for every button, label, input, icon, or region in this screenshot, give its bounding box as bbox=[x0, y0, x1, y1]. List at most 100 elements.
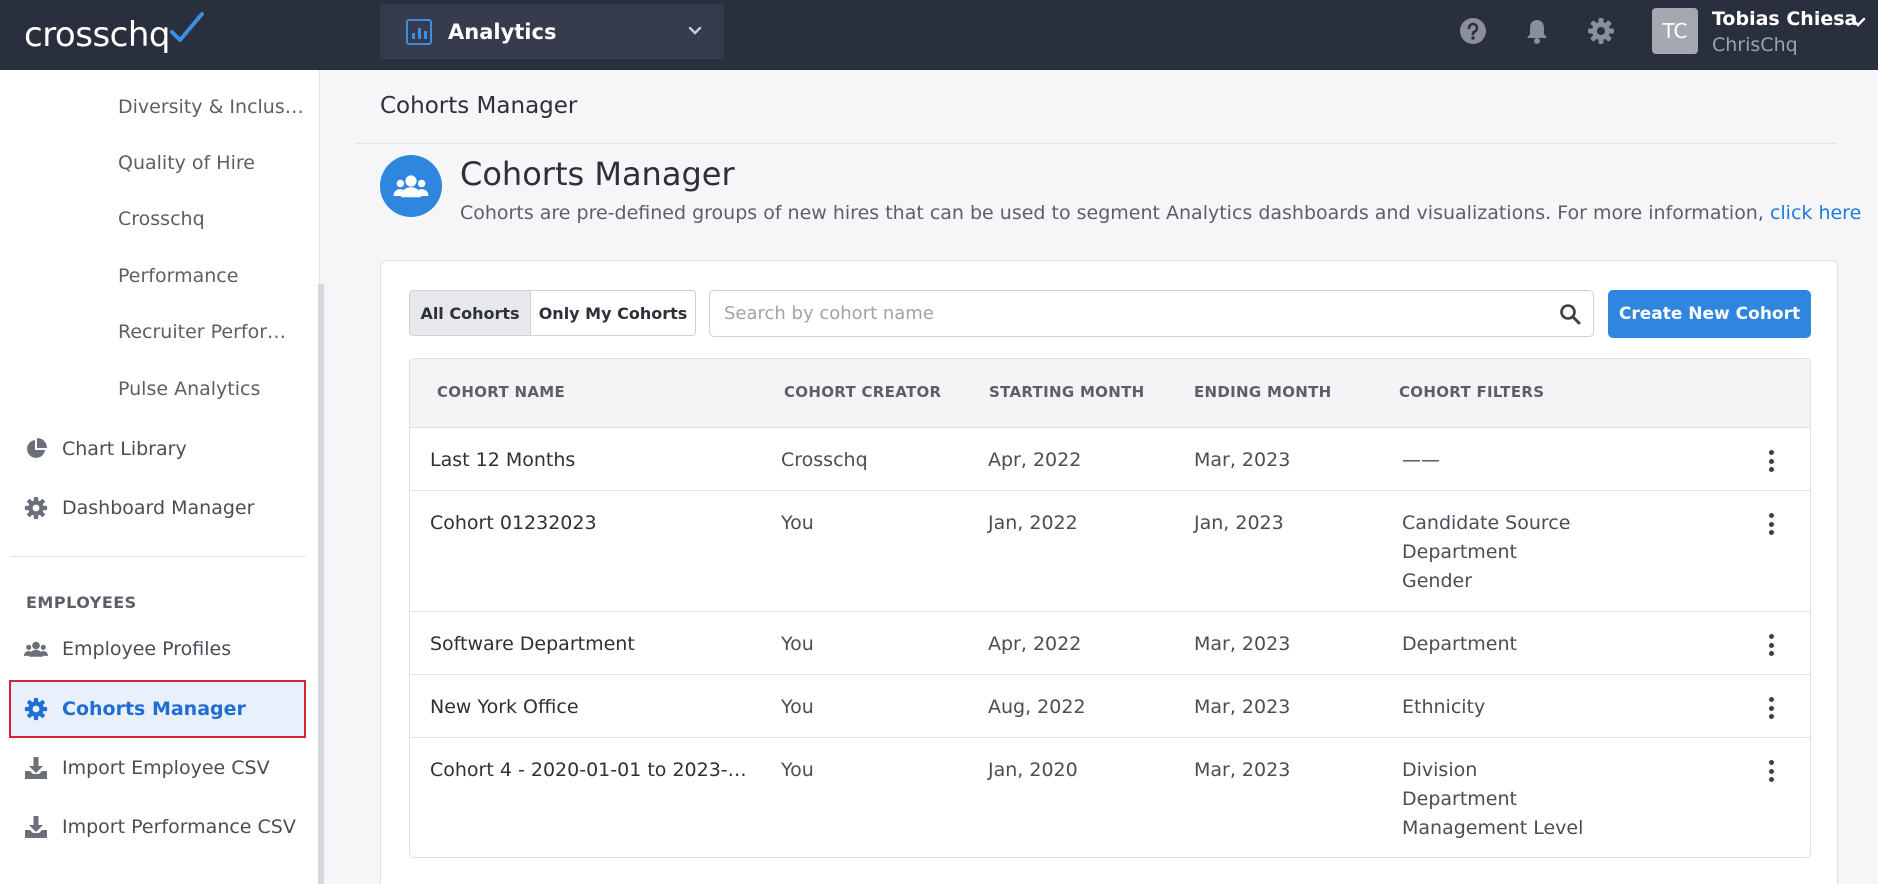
sidebar-item-pulse-analytics[interactable]: Pulse Analytics bbox=[118, 378, 260, 400]
users-icon bbox=[393, 175, 429, 198]
cohort-creator: You bbox=[781, 696, 814, 718]
table-row[interactable]: Last 12 Months Crosschq Apr, 2022 Mar, 2… bbox=[410, 428, 1810, 491]
users-icon bbox=[24, 641, 48, 657]
header-divider bbox=[355, 143, 1837, 144]
cohort-creator: You bbox=[781, 512, 814, 534]
logo-text: crosschq bbox=[24, 15, 170, 55]
cohort-filter: —— bbox=[1402, 449, 1440, 471]
cohort-end-month: Jan, 2023 bbox=[1194, 512, 1284, 534]
column-header-starting-month[interactable]: STARTING MONTH bbox=[989, 383, 1144, 401]
app-switcher-dropdown[interactable]: Analytics bbox=[380, 4, 724, 59]
gear-icon bbox=[24, 496, 48, 520]
sidebar-section-employees: EMPLOYEES bbox=[26, 593, 137, 612]
filter-my-cohorts-button[interactable]: Only My Cohorts bbox=[531, 291, 695, 335]
table-row[interactable]: New York Office You Aug, 2022 Mar, 2023 … bbox=[410, 675, 1810, 738]
download-icon bbox=[25, 816, 47, 838]
table-row[interactable]: Cohort 01232023 You Jan, 2022 Jan, 2023 … bbox=[410, 491, 1810, 612]
cohort-name[interactable]: New York Office bbox=[430, 693, 579, 722]
search-input[interactable] bbox=[724, 291, 1544, 336]
logo-check-icon bbox=[170, 12, 204, 42]
sidebar-item-label: Cohorts Manager bbox=[62, 698, 246, 720]
cohort-end-month: Mar, 2023 bbox=[1194, 759, 1291, 781]
page-title: Cohorts Manager bbox=[460, 155, 735, 193]
row-actions-kebab-icon[interactable] bbox=[1765, 632, 1777, 658]
column-header-cohort-filters[interactable]: COHORT FILTERS bbox=[1399, 383, 1544, 401]
cohort-filter: Management Level bbox=[1402, 817, 1584, 839]
user-name[interactable]: Tobias Chiesa bbox=[1712, 8, 1857, 30]
cohort-name[interactable]: Cohort 01232023 bbox=[430, 509, 597, 538]
cohort-creator: Crosschq bbox=[781, 449, 868, 471]
cohort-start-month: Jan, 2022 bbox=[988, 512, 1078, 534]
sidebar-item-label: Import Performance CSV bbox=[62, 816, 296, 838]
table-row[interactable]: Software Department You Apr, 2022 Mar, 2… bbox=[410, 612, 1810, 675]
sidebar-item-diversity-inclusion[interactable]: Diversity & Inclus… bbox=[118, 96, 304, 118]
row-actions-kebab-icon[interactable] bbox=[1765, 511, 1777, 537]
cohort-start-month: Apr, 2022 bbox=[988, 633, 1082, 655]
cohort-end-month: Mar, 2023 bbox=[1194, 696, 1291, 718]
cohort-name[interactable]: Last 12 Months bbox=[430, 446, 575, 475]
cohort-start-month: Aug, 2022 bbox=[988, 696, 1086, 718]
column-header-cohort-creator[interactable]: COHORT CREATOR bbox=[784, 383, 941, 401]
row-actions-kebab-icon[interactable] bbox=[1765, 758, 1777, 784]
sidebar-item-cohorts-manager[interactable]: Cohorts Manager bbox=[24, 697, 246, 721]
user-menu-chevron-icon[interactable] bbox=[1850, 14, 1866, 30]
analytics-chart-icon bbox=[406, 18, 432, 45]
cohort-creator: You bbox=[781, 759, 814, 781]
cohort-filter: Ethnicity bbox=[1402, 696, 1486, 718]
cohort-end-month: Mar, 2023 bbox=[1194, 633, 1291, 655]
cohort-filter-toggle: All Cohorts Only My Cohorts bbox=[409, 290, 696, 336]
cohorts-group-icon bbox=[380, 155, 442, 217]
row-actions-kebab-icon[interactable] bbox=[1765, 695, 1777, 721]
pie-chart-icon bbox=[27, 438, 47, 458]
table-header: COHORT NAME COHORT CREATOR STARTING MONT… bbox=[410, 359, 1810, 428]
sidebar-divider bbox=[10, 556, 306, 557]
download-icon bbox=[25, 757, 47, 779]
cohort-name[interactable]: Software Department bbox=[430, 630, 635, 659]
cohort-start-month: Apr, 2022 bbox=[988, 449, 1082, 471]
search-box bbox=[709, 290, 1594, 337]
column-header-ending-month[interactable]: ENDING MONTH bbox=[1194, 383, 1332, 401]
app-switcher-label: Analytics bbox=[448, 19, 557, 44]
sidebar-item-crosschq[interactable]: Crosschq bbox=[118, 208, 205, 230]
cohort-start-month: Jan, 2020 bbox=[988, 759, 1078, 781]
filter-all-cohorts-button[interactable]: All Cohorts bbox=[410, 291, 531, 335]
gear-icon[interactable] bbox=[1587, 17, 1615, 45]
row-actions-kebab-icon[interactable] bbox=[1765, 448, 1777, 474]
sidebar-item-employee-profiles[interactable]: Employee Profiles bbox=[24, 637, 231, 661]
crosschq-logo[interactable]: crosschq bbox=[24, 12, 170, 58]
sidebar-item-dashboard-manager[interactable]: Dashboard Manager bbox=[24, 496, 254, 520]
table-row[interactable]: Cohort 4 - 2020-01-01 to 2023-0… You Jan… bbox=[410, 738, 1810, 857]
sidebar-item-import-employee-csv[interactable]: Import Employee CSV bbox=[24, 756, 270, 780]
cohort-filter: Department bbox=[1402, 633, 1517, 655]
sidebar-item-label: Import Employee CSV bbox=[62, 757, 270, 779]
cohort-creator: You bbox=[781, 633, 814, 655]
cohort-name[interactable]: Cohort 4 - 2020-01-01 to 2023-0… bbox=[430, 756, 750, 785]
sidebar-item-recruiter-performance[interactable]: Recruiter Perfor… bbox=[118, 321, 286, 343]
user-org: ChrisChq bbox=[1712, 34, 1798, 56]
chevron-down-icon bbox=[688, 26, 702, 35]
sidebar-item-label: Dashboard Manager bbox=[62, 497, 255, 519]
sidebar-scrollbar[interactable] bbox=[318, 284, 324, 884]
cohort-filter: Division bbox=[1402, 759, 1478, 781]
cohort-filter: Candidate Source bbox=[1402, 512, 1571, 534]
avatar[interactable]: TC bbox=[1652, 8, 1698, 54]
top-bar: crosschq Analytics TC Tobias Chiesa Chri… bbox=[0, 0, 1878, 70]
cohorts-table: COHORT NAME COHORT CREATOR STARTING MONT… bbox=[409, 358, 1811, 858]
search-icon[interactable] bbox=[1559, 303, 1581, 325]
gear-icon bbox=[24, 697, 48, 721]
cohort-filter: Department bbox=[1402, 788, 1517, 810]
sidebar-item-quality-of-hire[interactable]: Quality of Hire bbox=[118, 152, 255, 174]
more-info-link[interactable]: click here bbox=[1770, 202, 1861, 224]
sidebar-item-label: Chart Library bbox=[62, 438, 187, 460]
sidebar-item-import-performance-csv[interactable]: Import Performance CSV bbox=[24, 815, 296, 839]
column-header-cohort-name[interactable]: COHORT NAME bbox=[437, 383, 565, 401]
sidebar-item-performance[interactable]: Performance bbox=[118, 265, 238, 287]
page-description: Cohorts are pre-defined groups of new hi… bbox=[460, 202, 1861, 224]
help-icon[interactable] bbox=[1459, 17, 1487, 45]
create-new-cohort-button[interactable]: Create New Cohort bbox=[1608, 290, 1811, 338]
cohort-filters-list: Candidate Source Department Gender bbox=[1402, 509, 1570, 596]
cohort-filter: Department bbox=[1402, 541, 1517, 563]
description-text: Cohorts are pre-defined groups of new hi… bbox=[460, 202, 1764, 224]
sidebar-item-chart-library[interactable]: Chart Library bbox=[24, 437, 187, 461]
bell-icon[interactable] bbox=[1523, 17, 1551, 45]
